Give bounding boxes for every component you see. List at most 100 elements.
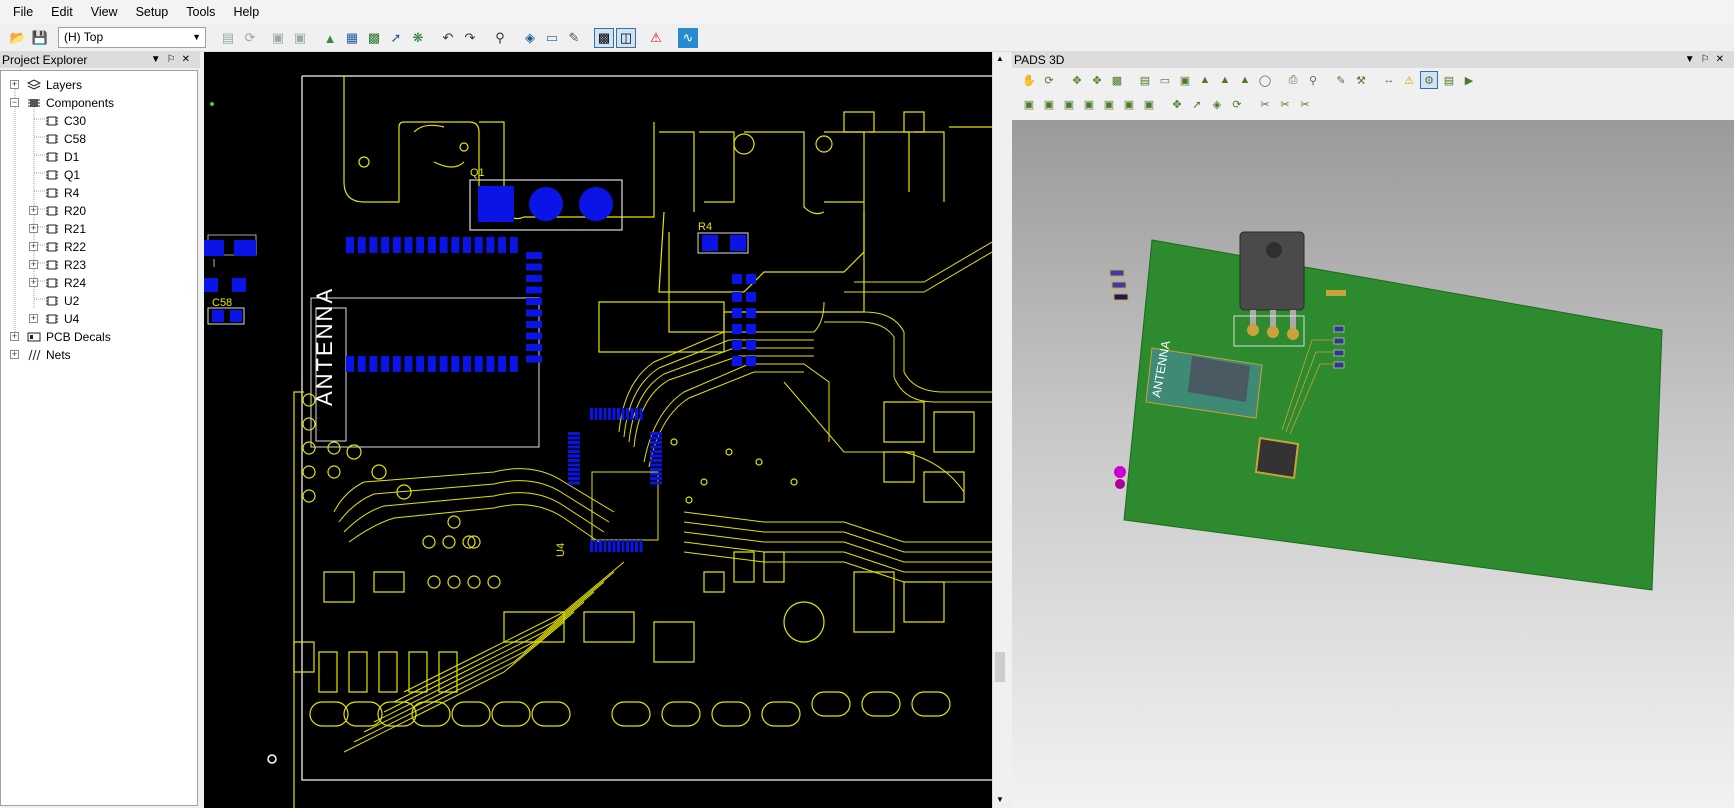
tree-item-c30[interactable]: C30 xyxy=(45,112,86,130)
split-view-icon[interactable]: ◫ xyxy=(616,28,636,48)
cut-y-icon[interactable]: ✂ xyxy=(1276,95,1294,113)
zoom-extents-icon[interactable]: ✥ xyxy=(1168,95,1186,113)
route-icon[interactable]: ▲ xyxy=(320,28,340,48)
view-right-icon[interactable]: ▣ xyxy=(1100,95,1118,113)
view-layer-icon[interactable]: ◈ xyxy=(520,28,540,48)
rotate-icon[interactable]: ⟳ xyxy=(1040,71,1058,89)
tree-item-label: C30 xyxy=(64,114,87,128)
tree-item-r4[interactable]: R4 xyxy=(45,184,79,202)
panel-buttons[interactable]: ▼⚐✕ xyxy=(151,52,196,68)
component-icon[interactable]: ❋ xyxy=(408,28,428,48)
pcb-layout-canvas[interactable]: ANTENNA Q1 R4 C58 U4 xyxy=(204,52,992,808)
scroll-up-icon[interactable]: ▲ xyxy=(996,54,1004,63)
grid-icon[interactable]: ▦ xyxy=(342,28,362,48)
tree-item-r20[interactable]: R20 xyxy=(45,202,86,220)
save-icon[interactable]: 💾 xyxy=(30,28,50,48)
lasso-icon[interactable]: ◯ xyxy=(1256,71,1274,89)
print-icon[interactable]: ⎙ xyxy=(1284,71,1302,89)
tree-item-r21[interactable]: R21 xyxy=(45,220,86,238)
select-pointer-icon[interactable]: ➚ xyxy=(1188,95,1206,113)
tree-item-u2[interactable]: U2 xyxy=(45,292,79,310)
view-front-icon[interactable]: ▣ xyxy=(1040,95,1058,113)
3d-viewport[interactable]: ANTENNA xyxy=(1012,120,1734,808)
zoom-icon[interactable]: ⚲ xyxy=(490,28,510,48)
tree-item-r22[interactable]: R22 xyxy=(45,238,86,256)
tree-item-pcb-decals[interactable]: PCB Decals xyxy=(27,328,111,346)
pan-icon[interactable]: ✥ xyxy=(1068,71,1086,89)
settings-icon[interactable]: ⚙ xyxy=(1420,71,1438,89)
view-left-icon[interactable]: ▣ xyxy=(1080,95,1098,113)
menu-tools[interactable]: Tools xyxy=(177,0,224,24)
properties-icon[interactable]: ▤ xyxy=(218,28,238,48)
zoom-fit-icon[interactable]: ✥ xyxy=(1088,71,1106,89)
view-top-icon[interactable]: ▣ xyxy=(1120,95,1138,113)
layer-select[interactable]: (H) Top ▼ xyxy=(58,27,206,48)
view-3d-icon[interactable]: ▭ xyxy=(542,28,562,48)
select-icon[interactable]: ▲ xyxy=(1216,71,1234,89)
view-bottom-icon[interactable]: ▣ xyxy=(1140,95,1158,113)
refresh-icon[interactable]: ⟳ xyxy=(240,28,260,48)
tree-item-nets[interactable]: Nets xyxy=(27,346,71,364)
arrows-icon[interactable]: ↔ xyxy=(1380,71,1398,89)
menu-help[interactable]: Help xyxy=(224,0,268,24)
select-area-icon[interactable]: ▲ xyxy=(1236,71,1254,89)
scroll-down-icon[interactable]: ▼ xyxy=(996,795,1004,804)
tree-expander[interactable]: + xyxy=(10,80,19,89)
ruler-icon[interactable]: ✎ xyxy=(1332,71,1350,89)
measure-icon[interactable]: ▲ xyxy=(1196,71,1214,89)
board-icon[interactable]: ▭ xyxy=(1156,71,1174,89)
tree-expander[interactable]: + xyxy=(29,242,38,251)
hand-icon[interactable]: ✋ xyxy=(1020,71,1038,89)
menu-edit[interactable]: Edit xyxy=(42,0,82,24)
waveform-icon[interactable]: ∿ xyxy=(678,28,698,48)
tree-item-components[interactable]: Components xyxy=(27,94,114,112)
cut-x-icon[interactable]: ✂ xyxy=(1256,95,1274,113)
export-icon[interactable]: ▶ xyxy=(1460,71,1478,89)
cut-icon[interactable]: ▣ xyxy=(268,28,288,48)
component-icon[interactable]: ▣ xyxy=(1176,71,1194,89)
view-iso-icon[interactable]: ▣ xyxy=(1020,95,1038,113)
tree-expander[interactable]: + xyxy=(29,314,38,323)
pick-icon[interactable]: ◈ xyxy=(1208,95,1226,113)
tree-expander[interactable]: + xyxy=(29,224,38,233)
tree-item-r24[interactable]: R24 xyxy=(45,274,86,292)
add-trace-icon[interactable]: ➚ xyxy=(386,28,406,48)
tree-expander[interactable]: + xyxy=(29,278,38,287)
panel-buttons[interactable]: ▼⚐✕ xyxy=(1685,52,1730,68)
tree-item-layers[interactable]: Layers xyxy=(27,76,82,94)
tree-expander[interactable]: + xyxy=(10,332,19,341)
warning-icon[interactable]: ⚠ xyxy=(1400,71,1418,89)
tools-icon[interactable]: ⚒ xyxy=(1352,71,1370,89)
display-toggle-icon[interactable]: ▩ xyxy=(594,28,614,48)
menu-view[interactable]: View xyxy=(82,0,127,24)
tree-expander[interactable]: − xyxy=(10,98,19,107)
board-icon[interactable]: ▩ xyxy=(364,28,384,48)
preview-icon[interactable]: ⚲ xyxy=(1304,71,1322,89)
tree-item-c58[interactable]: C58 xyxy=(45,130,86,148)
redo-icon[interactable]: ↷ xyxy=(460,28,480,48)
undo-icon[interactable]: ↶ xyxy=(438,28,458,48)
tree-item-r23[interactable]: R23 xyxy=(45,256,86,274)
layers-icon[interactable]: ▤ xyxy=(1136,71,1154,89)
view-back-icon[interactable]: ▣ xyxy=(1060,95,1078,113)
camera-icon[interactable]: ▩ xyxy=(1108,71,1126,89)
brush-icon[interactable]: ✎ xyxy=(564,28,584,48)
canvas-scrollbar[interactable]: ▲ ▼ xyxy=(992,52,1007,808)
drc-icon[interactable]: ⚠ xyxy=(646,28,666,48)
tree-expander[interactable]: + xyxy=(10,350,19,359)
copy-icon[interactable]: ▣ xyxy=(290,28,310,48)
report-icon[interactable]: ▤ xyxy=(1440,71,1458,89)
tree-item-q1[interactable]: Q1 xyxy=(45,166,80,184)
tree-expander[interactable]: + xyxy=(29,260,38,269)
rotate-view-icon[interactable]: ⟳ xyxy=(1228,95,1246,113)
tree-item-d1[interactable]: D1 xyxy=(45,148,79,166)
menu-file[interactable]: File xyxy=(4,0,42,24)
tree-item-u4[interactable]: U4 xyxy=(45,310,79,328)
menu-setup[interactable]: Setup xyxy=(127,0,178,24)
scroll-thumb[interactable] xyxy=(995,652,1005,682)
tree-expander[interactable]: + xyxy=(29,206,38,215)
component-part-icon xyxy=(46,278,58,288)
cut-z-icon[interactable]: ✂ xyxy=(1296,95,1314,113)
open-icon[interactable]: 📂 xyxy=(8,28,28,48)
component-part-icon xyxy=(46,134,58,144)
